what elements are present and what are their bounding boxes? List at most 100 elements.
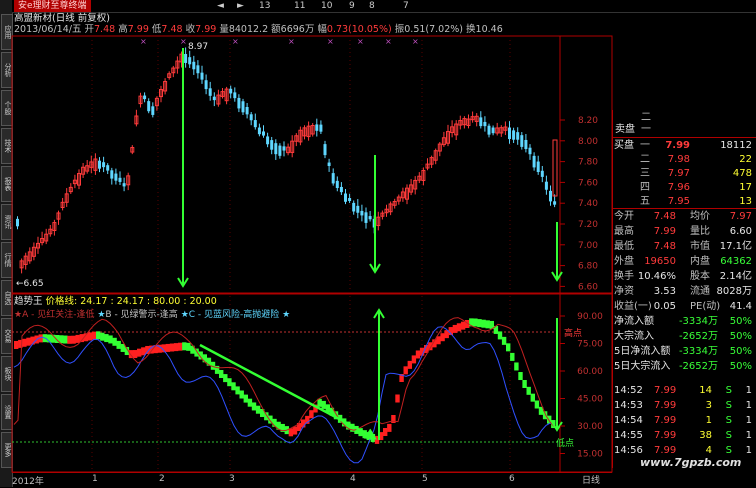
candle-body (552, 139, 558, 197)
candle-body (16, 218, 19, 227)
trend-block (292, 426, 298, 435)
candle-body (278, 145, 282, 156)
stat-value: 64362 (720, 256, 752, 267)
tick-side: S (725, 430, 732, 441)
flow-row: 5日大宗流入 -2652万 50% (612, 359, 756, 374)
stat-row: 净资 3.53 流通 8028万 (612, 284, 756, 299)
flow-value: -3334万 (678, 346, 718, 357)
trend-block (104, 334, 109, 343)
trend-block (194, 348, 199, 357)
candle-body (335, 180, 339, 189)
stat-label: 股本 (690, 271, 710, 282)
candle-body (512, 130, 516, 140)
buy-level: 一 (640, 140, 650, 151)
stat-row: 外盘 19650 内盘 64362 (612, 254, 756, 269)
trend-block (173, 343, 179, 352)
trend-block (108, 335, 113, 344)
tick-volume: 14 (699, 385, 712, 396)
stat-value: 0.05 (653, 301, 676, 312)
candle-body (479, 117, 483, 127)
price-tick-label: 7.60 (578, 178, 598, 188)
tick-time: 14:52 (614, 385, 643, 396)
trend-block (255, 405, 261, 414)
candle-body (143, 95, 147, 100)
price-tick-label: 7.80 (578, 158, 598, 168)
legend-c: C - 见蓝风险-高抛避险 (188, 310, 280, 320)
candle-body (200, 72, 204, 80)
candle-body (536, 161, 540, 173)
candle-body (249, 114, 253, 121)
buy-volume: 13 (739, 196, 752, 207)
stat-row: 最高 7.99 量比 6.60 (612, 224, 756, 239)
stat-label: 最高 (614, 226, 634, 237)
trend-block (235, 386, 240, 395)
candle-body (98, 160, 101, 169)
candle-body (208, 88, 212, 96)
flow-percent: 50% (729, 331, 752, 342)
stat-label: PE(动) (690, 301, 721, 312)
stat-value: 7.48 (653, 211, 676, 222)
event-marker-icon: × (180, 37, 187, 46)
watermark: www.7gpzb.com (640, 456, 742, 469)
candle-body (540, 170, 544, 177)
flow-percent: 50% (729, 346, 752, 357)
period-label[interactable]: 日线 (582, 473, 600, 486)
flow-value: -2652万 (678, 361, 718, 372)
x-label: 6 (509, 474, 515, 484)
candle-body (331, 173, 335, 184)
price-panel-frame (11, 35, 613, 294)
trend-block (321, 400, 326, 409)
candle-body (204, 80, 208, 90)
flow-value: -3334万 (678, 316, 718, 327)
trend-block (383, 428, 388, 436)
stat-label: 今开 (614, 211, 634, 222)
event-marker-icon: × (288, 37, 295, 46)
trend-block (243, 394, 248, 403)
tick-price: 7.99 (654, 385, 677, 396)
candle-body (327, 162, 331, 167)
trend-block (497, 331, 503, 340)
event-marker-icon: × (357, 37, 364, 46)
stat-value: 7.99 (653, 226, 676, 237)
candle-body (253, 120, 257, 128)
trend-block (530, 393, 535, 402)
indicator-tick-label: 60.00 (577, 367, 603, 377)
candle-body (520, 135, 524, 147)
buy-row: 二 7.98 22 (612, 152, 756, 167)
stat-row: 换手 10.46% 股本 2.14亿 (612, 269, 756, 284)
tick-time: 14:55 (614, 430, 643, 441)
buy-row: 买盘一 7.99 18112 (612, 138, 756, 153)
stat-row: 今开 7.48 均价 7.97 (612, 209, 756, 224)
stat-value: 10.46% (637, 271, 676, 282)
candle-body (532, 155, 536, 168)
trend-block (440, 333, 445, 342)
trend-block (137, 348, 142, 357)
trend-block (63, 335, 68, 344)
stat-label: 最低 (614, 241, 634, 252)
trend-block (456, 323, 462, 332)
candle-body (212, 96, 216, 101)
high-marker: 高点 (564, 327, 582, 339)
trend-block (182, 342, 187, 351)
trend-block (514, 362, 519, 371)
buy-level: 四 (640, 182, 650, 193)
candle-body (266, 136, 270, 145)
tick-count: 1 (745, 430, 752, 441)
star-icon: ★ (14, 310, 23, 320)
stat-row: 最低 7.48 市值 17.1亿 (612, 239, 756, 254)
buy-price: 7.96 (667, 182, 690, 193)
stat-value: 2.14亿 (719, 271, 752, 282)
indicator-name: 趋势王 (14, 296, 43, 307)
price-tick-label: 7.00 (578, 241, 598, 251)
trend-arrow-line (199, 343, 376, 440)
stat-value: 8028万 (716, 286, 752, 297)
price-tick-label: 6.80 (578, 262, 598, 272)
indicator-tick-label: 45.00 (577, 395, 603, 405)
flow-row: 净流入额 -3334万 50% (612, 314, 756, 329)
candle-body (151, 106, 155, 115)
trend-block (407, 360, 412, 369)
trend-block (141, 347, 146, 356)
buy-price: 7.98 (667, 154, 690, 165)
tick-side: S (725, 415, 732, 426)
candle-body (360, 210, 364, 216)
